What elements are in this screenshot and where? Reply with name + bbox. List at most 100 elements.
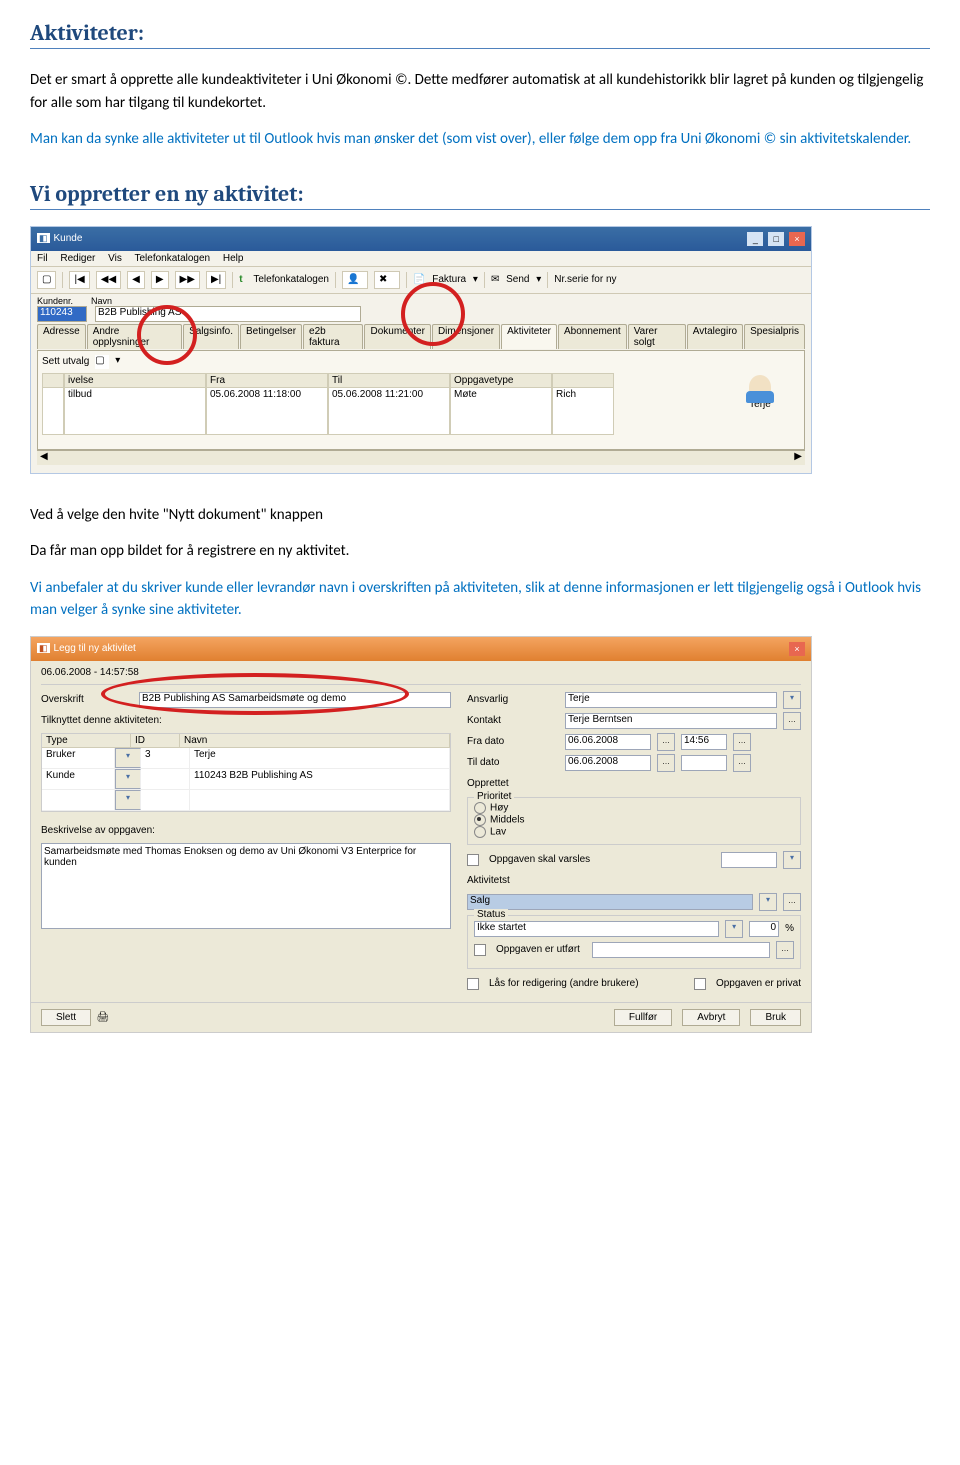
tab-betingelser[interactable]: Betingelser [240,324,302,349]
toolbar-nav-next-icon[interactable]: ▶▶ [175,271,200,289]
table-row[interactable]: Kunde▾ 110243 B2B Publishing AS [42,769,450,790]
menu-fil[interactable]: Fil [37,253,48,264]
toolbar-faktura-button[interactable]: 📄 Faktura ▾ [413,274,478,285]
kundenr-input[interactable]: 110243 [37,306,87,322]
close-icon[interactable]: × [789,232,805,246]
chevron-down-icon[interactable]: ▾ [783,691,801,709]
fradato-input[interactable]: 06.06.2008 [565,734,651,750]
table-row[interactable]: ▾ [42,790,450,811]
subsection-heading: Vi oppretter en ny aktivitet: [30,181,930,210]
menu-telefonkatalogen[interactable]: Telefonkatalogen [134,253,210,264]
aktivitetst-input[interactable]: Salg [467,894,753,910]
status-input[interactable]: Ikke startet [474,921,719,937]
slett-button[interactable]: Slett [41,1009,91,1026]
tab-spesialpris[interactable]: Spesialpris [744,324,805,349]
paragraph-3: Ved å velge den hvite "Nytt dokument" kn… [30,504,930,527]
col-type: Type [42,734,131,747]
minimize-icon[interactable]: _ [747,232,763,246]
toolbar-telefonkatalogen-button[interactable]: t Telefonkatalogen [239,274,329,285]
menubar: Fil Rediger Vis Telefonkatalogen Help [31,251,811,267]
paragraph-5: Vi anbefaler at du skriver kunde eller l… [30,577,930,622]
toolbar-nav-back-icon[interactable]: ◀ [127,271,145,289]
pct-input[interactable]: 0 [749,921,779,937]
maximize-icon[interactable]: □ [768,232,784,246]
dialog-footer: Slett 🖨 Fullfør Avbryt Bruk [31,1002,811,1032]
toolbar-send-button[interactable]: ✉ Send ▾ [491,274,541,285]
paragraph-2: Man kan da synke alle aktiviteter ut til… [30,128,930,151]
panel-new-document-icon[interactable]: ▢ [95,355,109,369]
tab-aktiviteter[interactable]: Aktiviteter [501,324,557,349]
col-oppgavetype: Oppgavetype [451,374,551,388]
toolbar-delete-icon[interactable]: ✖ [374,271,400,289]
col-fra: Fra [207,374,327,388]
toolbar-new-icon[interactable]: ▢ [37,271,56,289]
col-ivelse: ivelse [65,374,205,388]
ansvarlig-input[interactable]: Terje [565,692,777,708]
ansvarlig-label: Ansvarlig [467,694,559,705]
radio-middels[interactable] [474,814,486,826]
toolbar-nav-prev-icon[interactable]: ◀◀ [96,271,121,289]
kundenr-label: Kundenr. [37,296,73,306]
navn-input[interactable]: B2B Publishing AS [95,306,361,322]
menu-help[interactable]: Help [223,253,244,264]
overskrift-input[interactable]: B2B Publishing AS Samarbeidsmøte og demo [139,692,451,708]
toolbar-nav-fwd-icon[interactable]: ▶ [151,271,169,289]
toolbar-user-icon[interactable]: 👤 [342,271,368,289]
browse-button[interactable]: … [733,733,751,751]
browse-button[interactable]: … [657,754,675,772]
bruk-button[interactable]: Bruk [750,1009,801,1026]
tab-abonnement[interactable]: Abonnement [558,324,627,349]
fullfor-button[interactable]: Fullfør [614,1009,672,1026]
tab-salgsinfo[interactable]: Salgsinfo. [183,324,239,349]
tab-andre-opplysninger[interactable]: Andre opplysninger [87,324,182,349]
screenshot-kunde-window: ◧Kunde _ □ × Fil Rediger Vis Telefonkata… [30,226,812,474]
menu-rediger[interactable]: Rediger [60,253,95,264]
tildato-input[interactable]: 06.06.2008 [565,755,651,771]
print-icon[interactable]: 🖨 [97,1012,110,1023]
browse-button[interactable]: … [783,712,801,730]
checkbox-varsles[interactable] [467,854,479,866]
scrollbar[interactable]: ◀▶ [37,450,805,465]
checkbox-las[interactable] [467,978,479,990]
avbryt-button[interactable]: Avbryt [682,1009,740,1026]
browse-button[interactable]: … [657,733,675,751]
fratid-input[interactable]: 14:56 [681,734,727,750]
chevron-down-icon[interactable]: ▾ [759,893,777,911]
tab-dimensjoner[interactable]: Dimensjoner [432,324,500,349]
col-navn: Navn [180,734,450,747]
tilknyttet-label: Tilknyttet denne aktiviteten: [41,715,162,726]
kontakt-input[interactable]: Terje Berntsen [565,713,777,729]
radio-hoy[interactable] [474,802,486,814]
chevron-down-icon[interactable]: ▾ [115,769,141,789]
checkbox-privat[interactable] [694,978,706,990]
prioritet-group: Prioritet Høy Middels Lav [467,797,801,845]
tabs: Adresse Andre opplysninger Salgsinfo. Be… [37,324,805,349]
kontakt-label: Kontakt [467,715,559,726]
toolbar-nav-last-icon[interactable]: ▶| [206,271,226,289]
chevron-down-icon[interactable]: ▾ [725,920,743,938]
toolbar-nrserie[interactable]: Nr.serie for ny [554,274,616,285]
section-heading: Aktiviteter: [30,20,930,49]
status-group: Status Ikke startet▾0% Oppgaven er utfør… [467,915,801,969]
tab-varer-solgt[interactable]: Varer solgt [628,324,686,349]
toolbar-nav-first-icon[interactable]: |◀ [69,271,89,289]
tab-adresse[interactable]: Adresse [37,324,86,349]
chevron-down-icon[interactable]: ▾ [115,748,141,768]
chevron-down-icon[interactable]: ▾ [115,790,141,810]
tab-dokumenter[interactable]: Dokumenter [364,324,430,349]
checkbox-utfort[interactable] [474,944,486,956]
browse-button[interactable]: … [783,893,801,911]
tab-e2b-faktura[interactable]: e2b faktura [303,324,363,349]
beskrivelse-textarea[interactable]: Samarbeidsmøte med Thomas Enoksen og dem… [41,843,451,929]
menu-vis[interactable]: Vis [108,253,122,264]
browse-button[interactable]: … [776,941,794,959]
chevron-down-icon[interactable]: ▾ [783,851,801,869]
browse-button[interactable]: … [733,754,751,772]
panel-dropdown-icon[interactable]: ▾ [115,355,129,369]
tildato-label: Til dato [467,757,559,768]
close-icon[interactable]: × [789,642,805,656]
tiltid-input[interactable] [681,755,727,771]
radio-lav[interactable] [474,826,486,838]
tab-avtalegiro[interactable]: Avtalegiro [687,324,743,349]
table-row[interactable]: Bruker▾ 3 Terje [42,748,450,769]
